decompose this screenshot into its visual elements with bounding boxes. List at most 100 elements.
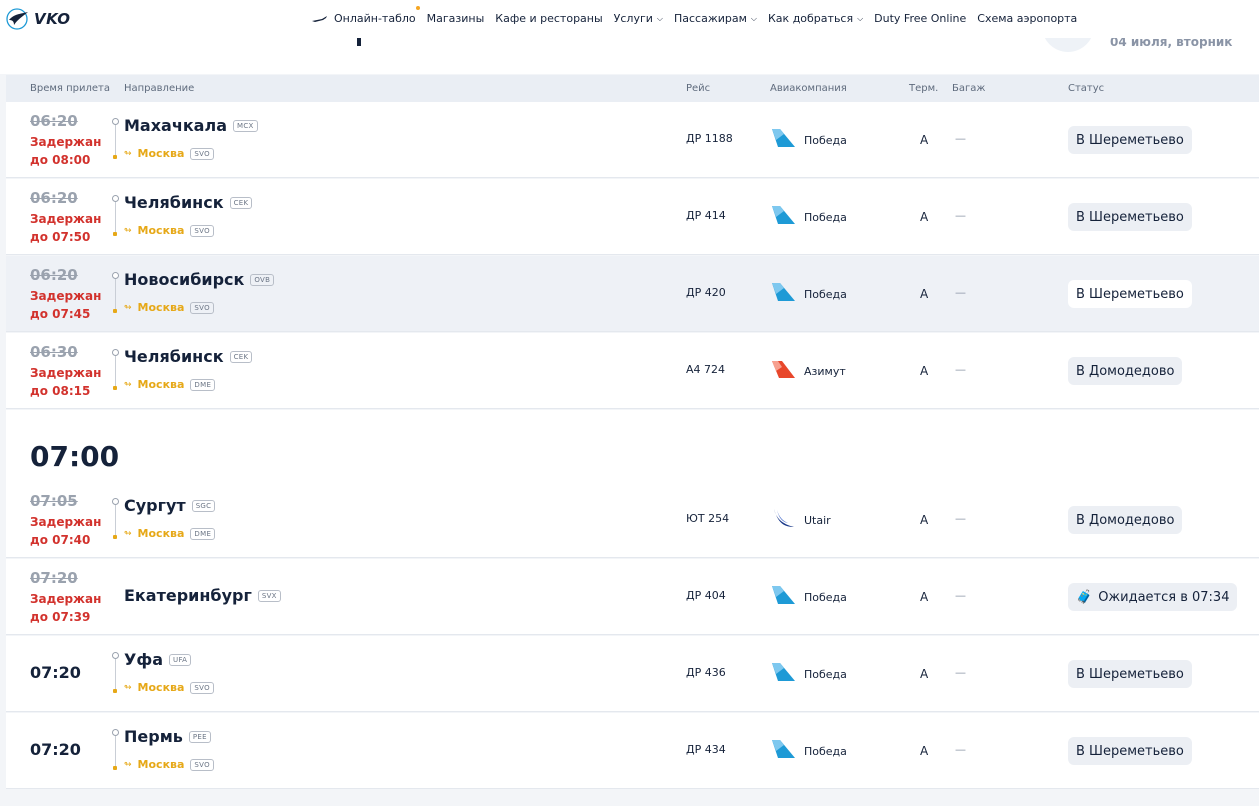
table-row[interactable]: 07:20 Пермь PEE ↬ Москва SVO ДР 434 Победа A — В Ш… [6, 713, 1259, 789]
baggage: — [955, 209, 966, 222]
baggage: — [955, 743, 966, 756]
flight-number[interactable]: ДР 404 [686, 589, 726, 602]
baggage: — [955, 132, 966, 145]
destination-name: Махачкала [124, 116, 227, 135]
delay-time: до 07:40 [30, 533, 91, 547]
baggage: — [955, 666, 966, 679]
table-row[interactable]: 07:20 Задержан до 07:39 Екатеринбург SVX ДР 4… [6, 559, 1259, 635]
status-text: В Шереметьево [1076, 286, 1184, 302]
pobeda-logo-icon [770, 739, 796, 763]
terminal: A [920, 744, 929, 758]
terminal: A [920, 513, 929, 527]
destination: Екатеринбург SVX [124, 586, 281, 605]
destination-name: Челябинск [124, 347, 224, 366]
table-row[interactable]: 06:20 Задержан до 07:50 Челябинск CEK ↬ Москва… [6, 179, 1259, 255]
via-name: Москва [137, 301, 185, 314]
chevron-down-icon: ⌵ [857, 13, 864, 23]
status-text: В Шереметьево [1076, 666, 1184, 682]
nav-how-to-get[interactable]: Как добраться ⌵ [768, 12, 863, 25]
vko-logo[interactable]: VKO [6, 8, 71, 30]
flight-number[interactable]: ДР 420 [686, 286, 726, 299]
delay-info: Задержан до 07:40 [30, 513, 101, 549]
terminal: A [920, 590, 929, 604]
top-navigation: VKO Онлайн-табло Магазины Кафе и рестора… [0, 0, 1259, 38]
flight-number[interactable]: А4 724 [686, 363, 725, 376]
airline: Победа [770, 128, 847, 152]
nav-label: Услуги [613, 12, 653, 25]
main-nav: Онлайн-табло Магазины Кафе и рестораны У… [312, 6, 1088, 25]
nav-online-board[interactable]: Онлайн-табло [312, 6, 420, 25]
table-row[interactable]: 07:20 Уфа UFA ↬ Москва SVO ДР 436 Победа A — В Шер… [6, 636, 1259, 712]
status-text: Ожидается в 07:34 [1098, 589, 1230, 605]
nav-label: Как добраться [768, 12, 854, 25]
status-badge[interactable]: В Шереметьево [1068, 126, 1192, 154]
col-airline: Авиакомпания [770, 83, 847, 94]
airport-code: CEK [229, 196, 253, 209]
status-badge[interactable]: В Шереметьево [1068, 737, 1192, 765]
nav-services[interactable]: Услуги ⌵ [614, 12, 663, 25]
status-badge[interactable]: 🧳 Ожидается в 07:34 [1068, 583, 1238, 611]
nav-label: Магазины [426, 12, 485, 25]
airline-name: Utair [804, 513, 831, 527]
delay-info: Задержан до 07:39 [30, 590, 101, 626]
airline: Азимут [770, 359, 846, 383]
delay-label: Задержан [30, 135, 102, 149]
nav-shops[interactable]: Магазины [427, 12, 485, 25]
col-terminal: Терм. [909, 83, 939, 94]
scheduled-time: 07:05 [30, 492, 78, 510]
status-badge[interactable]: В Шереметьево [1068, 660, 1192, 688]
destination-name: Пермь [124, 727, 183, 746]
transfer-icon: ↬ [124, 302, 132, 313]
table-row[interactable]: 06:20 Задержан до 08:00 Махачкала MCX ↬ Москва… [6, 102, 1259, 178]
status-badge[interactable]: В Шереметьево [1068, 203, 1192, 231]
via-stop: ↬ Москва DME [124, 527, 216, 540]
col-direction: Направление [124, 83, 195, 94]
status-text: В Шереметьево [1076, 209, 1184, 225]
scheduled-time: 06:20 [30, 112, 78, 130]
airport-code: SVX [257, 589, 281, 602]
flight-number[interactable]: ДР 436 [686, 666, 726, 679]
nav-label: Duty Free Online [874, 12, 967, 25]
status-text: В Домодедово [1076, 363, 1175, 379]
route-line [111, 652, 121, 696]
col-time: Время прилета [30, 83, 110, 94]
delay-time: до 08:00 [30, 153, 91, 167]
via-stop: ↬ Москва DME [124, 378, 216, 391]
delay-info: Задержан до 08:00 [30, 133, 101, 169]
airport-code: DME [190, 527, 216, 540]
col-baggage: Багаж [952, 83, 986, 94]
table-row[interactable]: 06:30 Задержан до 08:15 Челябинск CEK ↬ Москва… [6, 333, 1259, 409]
airline: Победа [770, 739, 847, 763]
baggage: — [955, 589, 966, 602]
flight-number[interactable]: ДР 1188 [686, 132, 733, 145]
destination: Пермь PEE [124, 727, 211, 746]
destination-name: Екатеринбург [124, 586, 252, 605]
destination-name: Сургут [124, 496, 186, 515]
flight-number[interactable]: ЮТ 254 [686, 512, 729, 525]
destination: Сургут SGC [124, 496, 216, 515]
status-badge[interactable]: В Домодедово [1068, 506, 1183, 534]
pobeda-logo-icon [770, 128, 796, 152]
delay-label: Задержан [30, 366, 102, 380]
nav-airport-map[interactable]: Схема аэропорта [977, 12, 1077, 25]
arrival-time: 07:20 [30, 740, 81, 759]
nav-label: Схема аэропорта [977, 12, 1078, 25]
airline: Победа [770, 282, 847, 306]
via-stop: ↬ Москва SVO [124, 301, 214, 314]
destination-name: Челябинск [124, 193, 224, 212]
flight-number[interactable]: ДР 414 [686, 209, 726, 222]
nav-cafes[interactable]: Кафе и рестораны [495, 12, 602, 25]
table-row[interactable]: 07:05 Задержан до 07:40 Сургут SGC ↬ Москва DME… [6, 482, 1259, 558]
airline-name: Победа [804, 210, 847, 224]
nav-duty-free[interactable]: Duty Free Online [874, 12, 966, 25]
airline-name: Победа [804, 590, 847, 604]
flight-number[interactable]: ДР 434 [686, 743, 726, 756]
transfer-icon: ↬ [124, 528, 132, 539]
destination: Махачкала MCX [124, 116, 258, 135]
status-badge[interactable]: В Домодедово [1068, 357, 1183, 385]
airport-code: DME [190, 378, 216, 391]
status-badge[interactable]: В Шереметьево [1068, 280, 1192, 308]
table-row[interactable]: 06:20 Задержан до 07:45 Новосибирск OVB ↬ Моск… [6, 256, 1259, 332]
nav-passengers[interactable]: Пассажирам ⌵ [674, 12, 757, 25]
scheduled-time: 06:20 [30, 266, 78, 284]
